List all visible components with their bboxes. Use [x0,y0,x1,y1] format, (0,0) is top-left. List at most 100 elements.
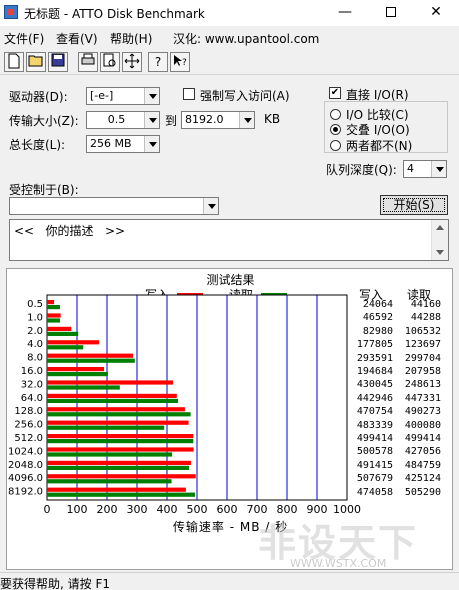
write-bar [47,326,72,331]
read-bar [47,372,108,377]
minimize-button[interactable]: — [322,0,368,26]
force-write-checkbox[interactable] [183,88,195,100]
neither-label: 两者都不(N) [346,139,413,153]
read-value: 207958 [404,366,441,377]
drive-label: 驱动器(D): [9,90,68,104]
help-icon[interactable]: ? [148,52,168,72]
x-tick-label: 600 [217,503,238,516]
description-textarea[interactable]: << 你的描述 >> [9,219,449,261]
chevron-down-icon [239,112,254,128]
app-icon [4,5,18,19]
read-bar [47,385,120,390]
read-value: 123697 [404,339,441,351]
y-tick-label: 512.0 [14,433,43,444]
write-value: 499414 [356,433,393,444]
force-write-label: 强制写入访问(A) [200,89,290,103]
y-tick-label: 128.0 [14,406,43,417]
read-bar [47,425,165,430]
write-value: 46592 [362,312,393,324]
menu-help[interactable]: 帮助(H) [110,30,152,47]
drive-select[interactable]: [-e-] [86,87,160,105]
toolbar: ? ? [0,49,459,75]
write-bar [47,474,196,479]
x-tick-label: 100 [67,503,88,516]
save-icon[interactable] [48,52,68,72]
maximize-button[interactable] [368,0,414,26]
read-value: 447331 [404,392,441,404]
move-icon[interactable] [122,52,142,72]
overlapped-io-radio[interactable] [330,124,341,135]
read-value: 106532 [404,325,441,337]
read-bar [47,465,190,470]
menu-view[interactable]: 查看(V) [56,30,98,47]
write-bar [47,434,194,439]
menu-file[interactable]: 文件(F) [4,30,44,47]
y-tick-label: 2.0 [27,326,43,337]
write-bar [47,447,194,452]
chevron-down-icon [144,136,159,152]
open-icon[interactable] [26,52,46,72]
print-preview-icon[interactable] [100,52,120,72]
write-bar [47,407,185,412]
menu-bar: 文件(F) 查看(V) 帮助(H) 汉化: www.upantool.com [0,27,459,47]
y-tick-label: 4.0 [27,339,43,350]
write-value: 470754 [356,406,393,418]
write-value: 430045 [356,379,393,391]
y-tick-label: 8.0 [27,353,43,364]
read-value: 499414 [404,433,441,444]
chevron-down-icon [203,198,218,214]
write-bar [47,313,61,318]
y-tick-label: 1024.0 [8,446,43,457]
write-bar [47,420,189,425]
x-tick-label: 400 [157,503,178,516]
y-tick-label: 64.0 [21,393,43,404]
chevron-down-icon [144,88,159,104]
context-help-icon[interactable]: ? [170,52,190,72]
controlled-by-select[interactable] [9,197,219,215]
scroll-down-icon [436,250,444,255]
write-bar [47,487,186,492]
to-label: 到 [165,114,178,128]
close-button[interactable]: ✕ [413,0,459,26]
write-bar [47,460,191,465]
read-bar [47,412,191,417]
write-value: 483339 [356,419,393,431]
menu-localized-link[interactable]: 汉化: www.upantool.com [173,30,319,47]
write-value: 24064 [362,299,393,310]
write-value: 500578 [356,446,393,458]
queue-depth-value: 4 [407,162,414,175]
print-icon[interactable] [78,52,98,72]
transfer-size-label: 传输大小(Z): [9,114,79,128]
read-bar [47,318,60,323]
read-bar [47,439,194,444]
read-bar [47,398,179,403]
transfer-to-select[interactable]: 8192.0 [181,111,255,129]
read-value: 299704 [404,352,441,364]
read-value: 400080 [404,419,441,431]
write-value: 194684 [356,366,393,377]
io-compare-radio[interactable] [330,109,341,120]
read-value: 44160 [410,299,441,310]
x-tick-label: 300 [127,503,148,516]
transfer-to-value: 8192.0 [185,113,224,126]
new-icon[interactable] [4,52,24,72]
total-length-select[interactable]: 256 MB [86,135,160,153]
y-tick-label: 16.0 [21,366,43,377]
read-value: 44288 [410,312,441,324]
transfer-from-select[interactable]: 0.5 [86,111,160,129]
write-value: 293591 [356,352,393,364]
description-scrollbar[interactable] [431,220,448,260]
write-bar [47,393,177,398]
title-bar: 无标题 - ATTO Disk Benchmark — ✕ [0,0,459,26]
start-button[interactable]: 开始(S) [380,195,448,215]
read-value: 425124 [404,473,441,485]
read-value: 248613 [404,379,441,391]
write-bar [47,380,173,385]
direct-io-checkbox[interactable]: ✔ [329,87,341,99]
x-tick-label: 200 [97,503,118,516]
neither-radio[interactable] [330,140,341,151]
queue-depth-select[interactable]: 4 [403,160,447,178]
transfer-from-value: 0.5 [107,113,126,126]
write-bar [47,353,134,358]
write-bar [47,300,55,305]
